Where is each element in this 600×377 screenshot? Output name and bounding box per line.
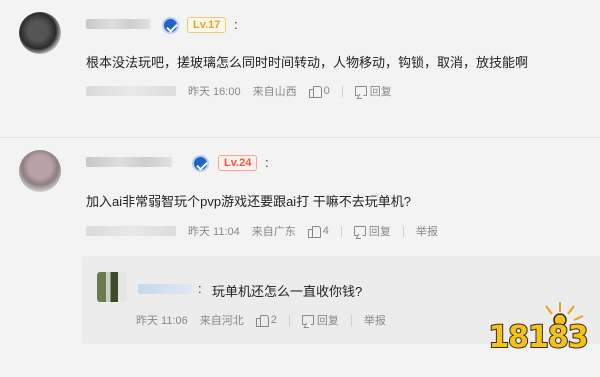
comment-time: 昨天 16:00 [188,86,241,98]
name-colon: : [265,155,269,170]
reply-meta: 昨天 11:06 来自河北 2 回复 举报 [136,312,386,328]
blurred-info [86,226,176,236]
comment-divider [0,137,600,138]
comment-icon [354,86,367,96]
meta-divider [341,85,343,97]
comment-icon [301,315,314,325]
level-badge: Lv.24 [218,155,258,171]
watermark-text: 18183 [487,319,589,356]
thumbs-up-icon [308,85,322,98]
reply-button[interactable]: 回复 [353,223,391,239]
comment-location: 来自山西 [252,86,297,98]
meta-divider [288,314,290,326]
meta-divider [402,225,404,237]
comment-section: Lv.17 : 根本没法玩吧，搓玻璃怎么同时时间转动，人物移动，钩锁，取消，放技… [0,0,600,377]
verified-badge-icon [162,17,179,34]
meta-divider [350,314,352,326]
thumbs-up-icon [255,314,269,327]
like-button[interactable]: 0 [308,85,330,98]
reply-button[interactable]: 回复 [301,312,339,328]
comment-meta: 昨天 11:04 来自广东 4 回复 举报 [86,223,438,239]
comment-text: 加入ai非常弱智玩个pvp游戏还要跟ai打 干嘛不去玩单机? [86,194,412,209]
comment-location: 来自广东 [251,226,296,238]
username-blurred[interactable] [86,19,150,29]
comment-meta: 昨天 16:00 来自山西 0 回复 [86,83,392,99]
reply-label: 回复 [316,315,339,327]
comment-text: 根本没法玩吧，搓玻璃怎么同时时间转动，人物移动，钩锁，取消，放技能啊 [86,55,529,70]
comment-icon [353,226,366,236]
reply-text: 玩单机还怎么一直收你钱? [212,284,363,299]
username-blurred[interactable] [86,157,172,167]
avatar[interactable] [19,150,61,192]
level-badge: Lv.17 [187,17,227,33]
watermark-logo: 18183 [487,298,590,358]
like-count: 0 [323,85,330,97]
reply-location: 来自河北 [199,315,244,327]
avatar[interactable] [19,12,61,54]
name-colon: : [234,17,238,32]
reply-label: 回复 [368,226,391,238]
meta-divider [340,225,342,237]
reply-button[interactable]: 回复 [354,83,392,99]
comment-time: 昨天 11:04 [188,226,240,238]
like-button[interactable]: 2 [255,314,277,327]
name-colon: : [198,281,202,296]
like-count: 2 [270,314,277,326]
like-button[interactable]: 4 [307,225,329,238]
reply-username-blurred[interactable] [138,284,192,294]
verified-badge-icon [192,155,209,172]
report-button[interactable]: 举报 [364,312,386,328]
reply-time: 昨天 11:06 [136,315,188,327]
blurred-info [86,86,176,96]
like-count: 4 [322,225,329,237]
reply-avatar[interactable] [97,272,127,302]
thumbs-up-icon [307,225,321,238]
report-button[interactable]: 举报 [416,223,438,239]
reply-label: 回复 [369,86,392,98]
